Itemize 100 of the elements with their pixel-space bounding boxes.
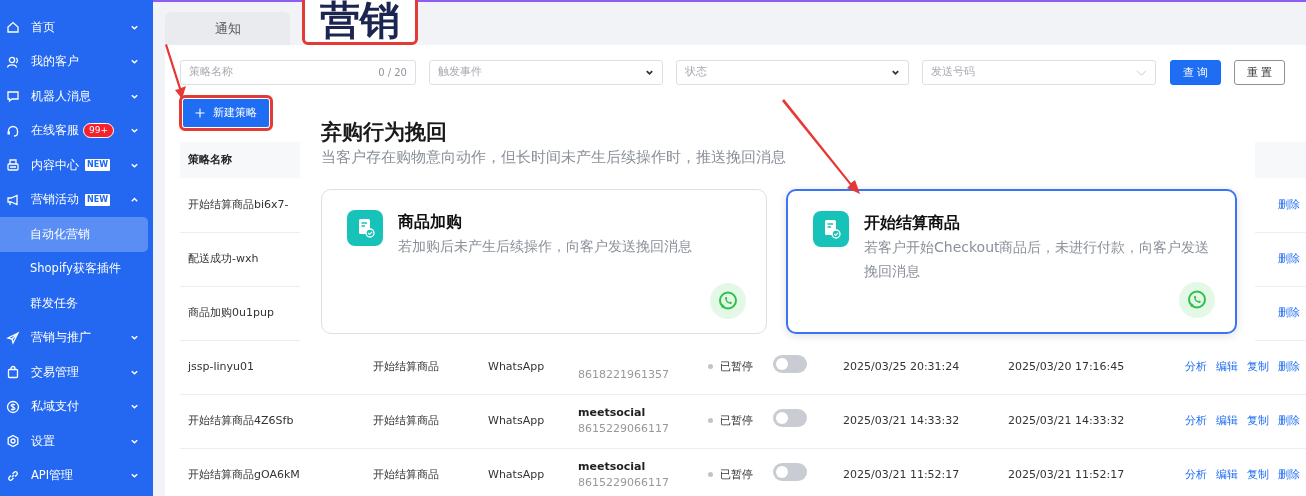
reset-button[interactable]: 重 置 bbox=[1234, 60, 1285, 85]
strategy-name: 开始结算商品4Z6Sfb bbox=[188, 413, 294, 427]
chevron-down-icon bbox=[1136, 67, 1147, 78]
menu-label: API管理 bbox=[31, 467, 74, 485]
trigger-card[interactable]: 开始结算商品 若客户开始Checkout商品后，未进行付款，向客户发送挽回消息 bbox=[786, 188, 1237, 334]
strategy-name: 商品加购0u1pup bbox=[188, 305, 274, 319]
tab[interactable]: 通知 bbox=[165, 12, 290, 45]
chevron-down-icon bbox=[645, 68, 654, 77]
sidebar-item[interactable]: 营销活动 NEW bbox=[0, 182, 153, 217]
sender-name: meetsocial bbox=[578, 458, 647, 475]
status-label: 已暂停 bbox=[708, 467, 753, 481]
printer-icon bbox=[6, 158, 20, 173]
gear-icon bbox=[6, 434, 20, 449]
toggle-switch[interactable] bbox=[773, 409, 807, 428]
channel: WhatsApp bbox=[488, 359, 545, 373]
dollar-icon bbox=[6, 399, 20, 414]
status-label: 已暂停 bbox=[708, 359, 753, 373]
plane-icon bbox=[6, 330, 20, 345]
updated-time: 2025/03/21 11:52:17 bbox=[1008, 467, 1125, 481]
trigger-event: 开始结算商品 bbox=[373, 413, 439, 427]
submenu-item[interactable]: 群发任务 bbox=[0, 286, 148, 321]
action-link[interactable]: 复制 bbox=[1247, 413, 1269, 427]
menu-label: 设置 bbox=[31, 432, 55, 450]
sender-number: 8615229066117 bbox=[578, 421, 670, 437]
user-icon bbox=[6, 54, 20, 69]
menu-label: 交易管理 bbox=[31, 363, 79, 381]
menu-label: 营销与推广 bbox=[31, 329, 91, 347]
action-link[interactable]: 删除 bbox=[1278, 305, 1300, 319]
card-title: 商品加购 bbox=[398, 210, 463, 233]
sidebar-item[interactable]: API管理 bbox=[0, 458, 153, 493]
headset-icon bbox=[6, 123, 20, 138]
menu-label: 我的客户 bbox=[31, 53, 79, 71]
status-label: 已暂停 bbox=[708, 413, 753, 427]
sidebar-item[interactable]: 我的客户 bbox=[0, 44, 153, 79]
document-check-icon bbox=[347, 209, 383, 246]
strategy-name: jssp-linyu01 bbox=[188, 359, 255, 373]
strategy-name: 配送成功-wxh bbox=[188, 251, 259, 265]
sidebar-item[interactable]: 营销与推广 bbox=[0, 320, 153, 355]
action-link[interactable]: 编辑 bbox=[1216, 467, 1238, 481]
tab[interactable]: 营销 bbox=[302, 0, 418, 45]
card-description: 若加购后未产生后续操作，向客户发送挽回消息 bbox=[398, 236, 692, 256]
menu-label: 在线客服 bbox=[31, 122, 79, 140]
menu-label: 私域支付 bbox=[31, 398, 79, 416]
strategy-name: 开始结算商品bi6x7- bbox=[188, 197, 289, 211]
action-link[interactable]: 删除 bbox=[1278, 197, 1300, 211]
chevron-down-icon bbox=[891, 68, 900, 77]
action-link[interactable]: 分析 bbox=[1185, 359, 1207, 373]
action-link[interactable]: 编辑 bbox=[1216, 359, 1238, 373]
toggle-switch[interactable] bbox=[773, 355, 807, 374]
plus-icon bbox=[195, 107, 205, 118]
whatsapp-icon bbox=[1179, 281, 1215, 318]
trigger-event: 开始结算商品 bbox=[373, 467, 439, 481]
action-link[interactable]: 删除 bbox=[1278, 251, 1300, 265]
action-link[interactable]: 删除 bbox=[1278, 413, 1300, 427]
new-tag: NEW bbox=[85, 193, 110, 206]
card-description: 若客户开始Checkout商品后，未进行付款，向客户发送挽回消息 bbox=[864, 237, 1211, 282]
sidebar-item[interactable]: 首页 bbox=[0, 10, 153, 45]
action-link[interactable]: 编辑 bbox=[1216, 413, 1238, 427]
new-tag: NEW bbox=[85, 159, 110, 172]
action-link[interactable]: 复制 bbox=[1247, 467, 1269, 481]
bag-icon bbox=[6, 365, 20, 380]
sidebar-item[interactable]: 在线客服 99+ bbox=[0, 113, 153, 148]
search-button[interactable]: 查 询 bbox=[1170, 60, 1221, 85]
toggle-switch[interactable] bbox=[773, 463, 807, 482]
menu-label: 机器人消息 bbox=[31, 87, 91, 105]
home-icon bbox=[6, 20, 20, 35]
document-check-icon bbox=[813, 210, 849, 247]
char-counter: 0 / 20 bbox=[378, 66, 407, 80]
action-link[interactable]: 删除 bbox=[1278, 359, 1300, 373]
menu-label: 首页 bbox=[31, 18, 55, 36]
card-title: 开始结算商品 bbox=[864, 211, 961, 234]
annotation-arrow bbox=[165, 44, 186, 99]
created-time: 2025/03/25 20:31:24 bbox=[843, 359, 960, 373]
action-link[interactable]: 复制 bbox=[1247, 359, 1269, 373]
channel: WhatsApp bbox=[488, 413, 545, 427]
sender-number: 8618221961357 bbox=[578, 367, 670, 384]
count-badge: 99+ bbox=[83, 123, 114, 139]
action-link[interactable]: 分析 bbox=[1185, 467, 1207, 481]
updated-time: 2025/03/20 17:16:45 bbox=[1008, 359, 1125, 373]
action-link[interactable]: 分析 bbox=[1185, 413, 1207, 427]
sidebar-item[interactable]: 交易管理 bbox=[0, 355, 153, 390]
sidebar-item[interactable]: 私域支付 bbox=[0, 389, 153, 424]
trigger-event: 开始结算商品 bbox=[373, 359, 439, 373]
trigger-card[interactable]: 商品加购 若加购后未产生后续操作，向客户发送挽回消息 bbox=[321, 188, 767, 334]
whatsapp-icon bbox=[710, 282, 746, 319]
action-link[interactable]: 删除 bbox=[1278, 467, 1300, 481]
sidebar-item[interactable]: 设置 bbox=[0, 424, 153, 459]
chat-icon bbox=[6, 89, 20, 104]
link-icon bbox=[6, 468, 20, 483]
filter-field[interactable]: 策略名称 0 / 20 bbox=[180, 60, 416, 85]
channel: WhatsApp bbox=[488, 467, 545, 481]
submenu-item[interactable]: Shopify获客插件 bbox=[0, 251, 148, 286]
submenu-item[interactable]: 自动化营销 bbox=[0, 217, 148, 252]
updated-time: 2025/03/21 14:33:32 bbox=[1008, 413, 1125, 427]
megaphone-icon bbox=[6, 192, 20, 207]
sidebar-item[interactable]: 内容中心 NEW bbox=[0, 148, 153, 183]
strategy-name: 开始结算商品gOA6kM bbox=[188, 467, 300, 481]
sender-number: 8615229066117 bbox=[578, 475, 670, 491]
sidebar-item[interactable]: 机器人消息 bbox=[0, 79, 153, 114]
menu-label: 内容中心 bbox=[31, 156, 79, 174]
